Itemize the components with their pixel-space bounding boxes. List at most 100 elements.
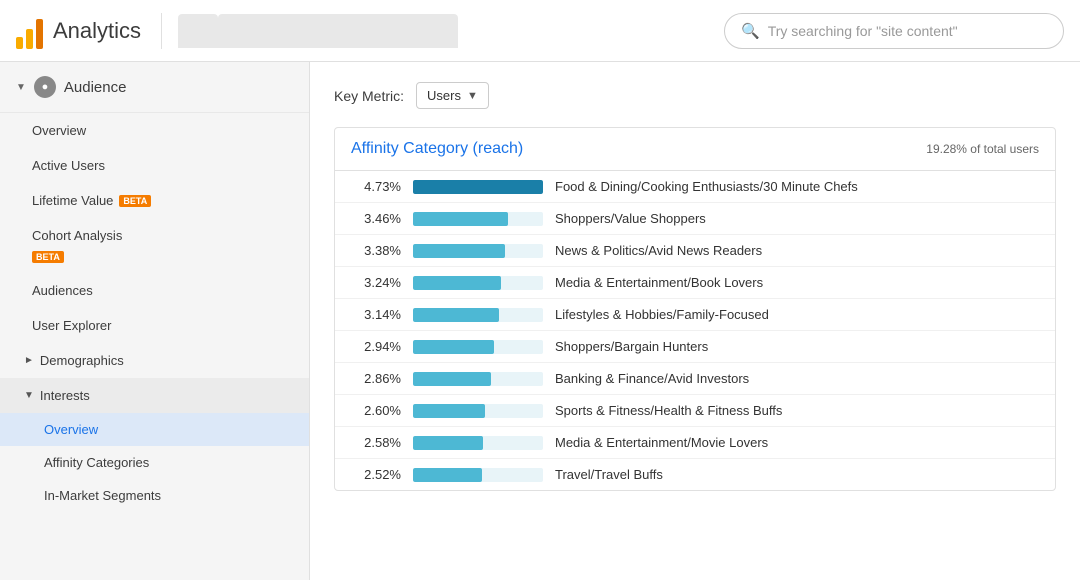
key-metric-label: Key Metric:	[334, 88, 404, 104]
audience-user-icon: ●	[34, 76, 56, 98]
interests-label: Interests	[40, 388, 90, 403]
sidebar-item-cohort-label: Cohort Analysis	[32, 228, 122, 243]
row-bar-bg	[413, 372, 543, 386]
table-row: 4.73% Food & Dining/Cooking Enthusiasts/3…	[335, 171, 1055, 203]
row-bar-wrap	[413, 372, 543, 386]
sidebar-item-active-users[interactable]: Active Users	[0, 148, 309, 183]
row-pct-label: 4.73%	[351, 179, 401, 194]
sidebar-item-user-explorer[interactable]: User Explorer	[0, 308, 309, 343]
table-row: 2.58% Media & Entertainment/Movie Lovers	[335, 427, 1055, 459]
row-pct-label: 2.94%	[351, 339, 401, 354]
row-bar-fill	[413, 340, 494, 354]
cohort-beta-badge: BETA	[32, 251, 64, 263]
interests-chevron-icon: ▼	[24, 390, 34, 401]
row-category-label: Media & Entertainment/Movie Lovers	[555, 435, 1039, 450]
table-subtitle: 19.28% of total users	[926, 142, 1039, 156]
row-bar-bg	[413, 212, 543, 226]
table-row: 3.38%News & Politics/Avid News Readers	[335, 235, 1055, 267]
sidebar-item-cohort-analysis[interactable]: Cohort Analysis BETA	[0, 218, 309, 273]
row-pct-label: 2.60%	[351, 403, 401, 418]
row-category-label: News & Politics/Avid News Readers	[555, 243, 1039, 258]
sidebar-subitem-affinity-categories[interactable]: Affinity Categories	[0, 446, 309, 479]
row-bar-wrap	[413, 308, 543, 322]
row-category-label: Sports & Fitness/Health & Fitness Buffs	[555, 403, 1039, 418]
sidebar-subitem-affinity-label: Affinity Categories	[44, 455, 149, 470]
row-pct-label: 3.46%	[351, 211, 401, 226]
row-bar-bg	[413, 276, 543, 290]
header: Analytics 🔍 Try searching for "site cont…	[0, 0, 1080, 62]
sidebar-item-lifetime-value[interactable]: Lifetime Value BETA	[0, 183, 309, 218]
sidebar-item-audiences-label: Audiences	[32, 283, 93, 298]
row-category-label: Food & Dining/Cooking Enthusiasts/30 Min…	[555, 179, 1039, 194]
search-icon: 🔍	[741, 22, 760, 40]
logo-area: Analytics	[16, 13, 162, 49]
row-bar-bg	[413, 244, 543, 258]
audience-label: Audience	[64, 79, 127, 96]
table-row: 2.94% Shoppers/Bargain Hunters	[335, 331, 1055, 363]
row-category-label: Media & Entertainment/Book Lovers	[555, 275, 1039, 290]
interests-section-header[interactable]: ▼ Interests	[0, 378, 309, 413]
row-category-label: Banking & Finance/Avid Investors	[555, 371, 1039, 386]
header-tab-1[interactable]	[178, 14, 218, 48]
demographics-label: Demographics	[40, 353, 124, 368]
row-bar-wrap	[413, 468, 543, 482]
row-bar-bg	[413, 468, 543, 482]
row-bar-fill	[413, 436, 483, 450]
row-bar-bg	[413, 180, 543, 194]
row-pct-label: 3.24%	[351, 275, 401, 290]
demographics-section-header[interactable]: ► Demographics	[0, 343, 309, 378]
affinity-table: Affinity Category (reach) 19.28% of tota…	[334, 127, 1056, 491]
content-area: Key Metric: Users ▼ Affinity Category (r…	[310, 62, 1080, 580]
row-bar-fill	[413, 244, 505, 258]
sidebar-item-overview[interactable]: Overview	[0, 113, 309, 148]
header-nav	[162, 14, 724, 48]
row-bar-fill	[413, 404, 485, 418]
sidebar-item-audiences[interactable]: Audiences	[0, 273, 309, 308]
audience-header[interactable]: ▼ ● Audience	[0, 62, 309, 113]
metric-dropdown-arrow-icon: ▼	[467, 90, 478, 102]
logo-bar-1	[16, 37, 23, 49]
row-bar-fill	[413, 308, 499, 322]
table-row: 3.14% Lifestyles & Hobbies/Family-Focused	[335, 299, 1055, 331]
analytics-logo-icon	[16, 13, 43, 49]
table-header: Affinity Category (reach) 19.28% of tota…	[335, 128, 1055, 171]
key-metric-row: Key Metric: Users ▼	[334, 82, 1056, 109]
metric-select-dropdown[interactable]: Users ▼	[416, 82, 489, 109]
sidebar-subitem-overview[interactable]: Overview	[0, 413, 309, 446]
sidebar-item-active-users-label: Active Users	[32, 158, 105, 173]
row-category-label: Lifestyles & Hobbies/Family-Focused	[555, 307, 1039, 322]
row-bar-fill	[413, 372, 491, 386]
search-bar[interactable]: 🔍 Try searching for "site content"	[724, 13, 1064, 49]
data-rows-container: 4.73% Food & Dining/Cooking Enthusiasts/3…	[335, 171, 1055, 490]
row-pct-label: 2.52%	[351, 467, 401, 482]
table-row: 2.60% Sports & Fitness/Health & Fitness B…	[335, 395, 1055, 427]
row-bar-wrap	[413, 340, 543, 354]
row-bar-fill	[413, 180, 543, 194]
sidebar-item-lifetime-value-label: Lifetime Value	[32, 193, 113, 208]
audience-chevron-icon: ▼	[16, 82, 26, 93]
sidebar-item-user-explorer-label: User Explorer	[32, 318, 111, 333]
row-bar-wrap	[413, 436, 543, 450]
row-pct-label: 2.58%	[351, 435, 401, 450]
row-bar-fill	[413, 212, 508, 226]
row-bar-fill	[413, 276, 501, 290]
main-layout: ▼ ● Audience Overview Active Users Lifet…	[0, 62, 1080, 580]
row-bar-wrap	[413, 404, 543, 418]
logo-bar-3	[36, 19, 43, 49]
row-bar-bg	[413, 404, 543, 418]
header-tab-2[interactable]	[218, 14, 458, 48]
app-title: Analytics	[53, 18, 141, 44]
demographics-chevron-icon: ►	[24, 355, 34, 366]
sidebar-item-overview-label: Overview	[32, 123, 86, 138]
lifetime-value-beta-badge: BETA	[119, 195, 151, 207]
row-pct-label: 3.14%	[351, 307, 401, 322]
row-bar-wrap	[413, 276, 543, 290]
sidebar-subitem-overview-label: Overview	[44, 422, 98, 437]
row-bar-bg	[413, 308, 543, 322]
row-category-label: Travel/Travel Buffs	[555, 467, 1039, 482]
row-category-label: Shoppers/Bargain Hunters	[555, 339, 1039, 354]
logo-bar-2	[26, 29, 33, 49]
table-row: 2.86% Banking & Finance/Avid Investors	[335, 363, 1055, 395]
row-pct-label: 2.86%	[351, 371, 401, 386]
sidebar-subitem-in-market-segments[interactable]: In-Market Segments	[0, 479, 309, 512]
